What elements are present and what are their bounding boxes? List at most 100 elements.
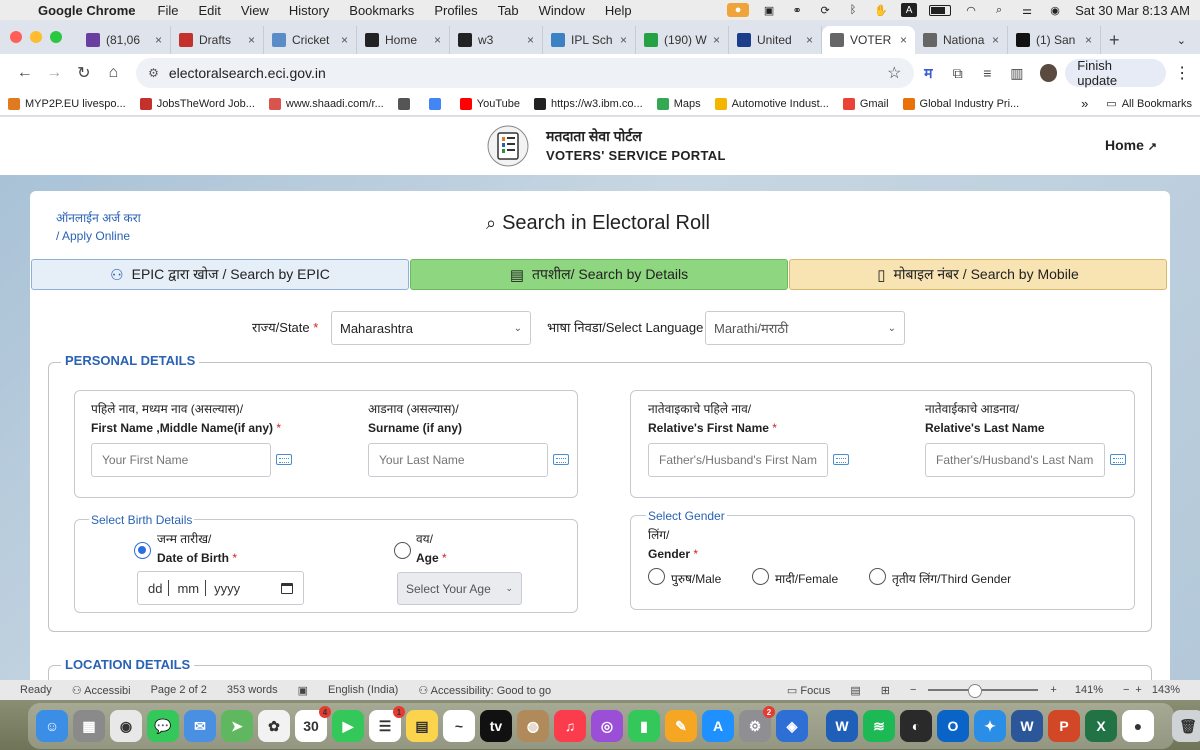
apply-online-link[interactable]: ऑनलाईन अर्ज करा / Apply Online xyxy=(56,209,141,245)
gender-female-label[interactable]: मादी/Female xyxy=(775,570,838,587)
menu-edit[interactable]: Edit xyxy=(198,3,220,18)
keyboard-icon[interactable] xyxy=(1110,454,1126,465)
launchpad-dock-icon[interactable]: ▦ xyxy=(73,710,105,742)
search-by-details-button[interactable]: ▤ तपशील/ Search by Details xyxy=(410,259,788,290)
word-zoom-level[interactable]: 141% xyxy=(1075,684,1103,696)
control-center-icon[interactable]: ⚌ xyxy=(1019,3,1035,17)
browser-tab[interactable]: VOTER × xyxy=(822,26,915,54)
word-language[interactable]: English (India) xyxy=(328,684,398,696)
tab-close-icon[interactable]: × xyxy=(713,33,720,47)
eci-logo-icon[interactable] xyxy=(484,123,532,169)
safari-dock-icon[interactable]: ✦ xyxy=(974,710,1006,742)
photos-dock-icon[interactable]: ✿ xyxy=(258,710,290,742)
numbers-dock-icon[interactable]: ▮ xyxy=(628,710,660,742)
excel-dock-icon[interactable]: X xyxy=(1085,710,1117,742)
safari-alt-dock-icon[interactable]: ◐ xyxy=(900,710,932,742)
keyboard-icon[interactable] xyxy=(833,454,849,465)
browser-tab[interactable]: Cricket × xyxy=(264,26,357,54)
finder-dock-icon[interactable]: ☺ xyxy=(36,710,68,742)
microphone-icon[interactable]: ● xyxy=(727,3,750,17)
tab-close-icon[interactable]: × xyxy=(1085,33,1092,47)
word-focus-button[interactable]: ▭ Focus xyxy=(787,684,830,697)
maps-dock-icon[interactable]: ➤ xyxy=(221,710,253,742)
appstore-dock-icon[interactable]: A xyxy=(702,710,734,742)
dob-date-input[interactable]: dd mm yyyy xyxy=(137,571,304,605)
siri-icon[interactable]: ◉ xyxy=(1047,3,1063,17)
zoom-in-icon[interactable]: + xyxy=(1050,684,1056,696)
trash-dock-icon[interactable]: 🗑 xyxy=(1172,710,1200,742)
date-month[interactable]: mm xyxy=(177,581,199,596)
bookmark-item[interactable]: Maps xyxy=(656,97,701,110)
bookmark-item[interactable] xyxy=(397,97,415,110)
home-icon[interactable]: ⌂ xyxy=(99,64,129,82)
new-tab-button[interactable]: + xyxy=(1109,26,1120,54)
facetime-dock-icon[interactable]: ▶ xyxy=(332,710,364,742)
url-text[interactable]: electoralsearch.eci.gov.in xyxy=(169,65,326,81)
input-source-icon[interactable]: A xyxy=(901,3,918,17)
browser-tab[interactable]: (81,06 × xyxy=(78,26,171,54)
word-page-count[interactable]: Page 2 of 2 xyxy=(151,684,207,696)
zoom-slider[interactable] xyxy=(928,684,1039,698)
browser-tab[interactable]: (1) San × xyxy=(1008,26,1101,54)
bookmark-star-icon[interactable]: ☆ xyxy=(887,63,901,83)
screenshot-icon[interactable]: ▣ xyxy=(761,3,777,17)
profile-avatar[interactable] xyxy=(1039,64,1058,82)
menubar-datetime[interactable]: Sat 30 Mar 8:13 AM xyxy=(1075,3,1190,18)
browser-tab[interactable]: Drafts × xyxy=(171,26,264,54)
tab-close-icon[interactable]: × xyxy=(806,33,813,47)
bookmark-item[interactable]: MYP2P.EU livespo... xyxy=(8,97,126,110)
recorder-dock-icon[interactable]: ● xyxy=(1122,710,1154,742)
browser-tab[interactable]: Nationa × xyxy=(915,26,1008,54)
zoom-in-icon[interactable]: + xyxy=(1135,684,1141,696)
bluetooth-icon[interactable]: ᛒ xyxy=(845,3,861,17)
menu-app-name[interactable]: Google Chrome xyxy=(38,3,136,18)
podcasts-dock-icon[interactable]: ◎ xyxy=(591,710,623,742)
extension-icon[interactable]: ⚭ xyxy=(789,3,805,17)
search-by-mobile-button[interactable]: ▯ मोबाइल नंबर / Search by Mobile xyxy=(789,259,1167,290)
bookmark-item[interactable]: Global Industry Pri... xyxy=(902,97,1019,110)
spotify-dock-icon[interactable]: ≋ xyxy=(863,710,895,742)
security-dock-icon[interactable]: ◈ xyxy=(776,710,808,742)
site-info-icon[interactable]: ⚙ xyxy=(148,66,159,80)
home-link[interactable]: Home ↗ xyxy=(1105,137,1157,153)
menu-profiles[interactable]: Profiles xyxy=(434,3,477,18)
tab-close-icon[interactable]: × xyxy=(900,33,907,47)
bookmark-item[interactable]: https://w3.ibm.co... xyxy=(533,97,643,110)
word-zoom-level-secondary[interactable]: 143% xyxy=(1152,684,1180,696)
relative-first-name-input[interactable] xyxy=(648,443,828,477)
web-layout-icon[interactable]: ⊞ xyxy=(881,684,890,697)
bookmark-item[interactable]: Automotive Indust... xyxy=(714,97,829,110)
menu-tab[interactable]: Tab xyxy=(498,3,519,18)
calendar-icon[interactable] xyxy=(281,582,293,594)
mail-dock-icon[interactable]: ✉ xyxy=(184,710,216,742)
date-year[interactable]: yyyy xyxy=(214,581,240,596)
age-radio[interactable] xyxy=(394,542,411,559)
word-accessibility-good[interactable]: ⚇ Accessibility: Good to go xyxy=(418,684,551,697)
bookmark-item[interactable]: www.shaadi.com/r... xyxy=(268,97,384,110)
tab-close-icon[interactable]: × xyxy=(434,33,441,47)
menu-help[interactable]: Help xyxy=(605,3,632,18)
bookmarks-overflow-button[interactable]: » xyxy=(1081,96,1088,111)
browser-tab[interactable]: w3 × xyxy=(450,26,543,54)
gender-male-label[interactable]: पुरुष/Male xyxy=(671,570,721,587)
pages-dock-icon[interactable]: ✎ xyxy=(665,710,697,742)
menu-view[interactable]: View xyxy=(241,3,269,18)
powerpoint-dock-icon[interactable]: P xyxy=(1048,710,1080,742)
reminders-dock-icon[interactable]: ☰ 1 xyxy=(369,706,405,742)
bookmark-item[interactable] xyxy=(428,97,446,110)
print-layout-icon[interactable]: ▤ xyxy=(850,684,860,697)
wifi-icon[interactable]: ◠ xyxy=(963,3,979,17)
search-icon[interactable]: ⌕ xyxy=(991,3,1007,17)
contacts-dock-icon[interactable]: ◍ xyxy=(517,710,549,742)
menu-file[interactable]: File xyxy=(158,3,179,18)
zoom-out-icon[interactable]: − xyxy=(1123,684,1129,696)
dob-radio[interactable] xyxy=(134,542,151,559)
first-name-input[interactable] xyxy=(91,443,271,477)
music-dock-icon[interactable]: ♫ xyxy=(554,710,586,742)
browser-tab[interactable]: Home × xyxy=(357,26,450,54)
tab-search-icon[interactable]: ⌄ xyxy=(1177,26,1186,54)
battery-icon[interactable] xyxy=(929,4,952,16)
word-word-count[interactable]: 353 words xyxy=(227,684,278,696)
hand-icon[interactable]: ✋ xyxy=(873,3,889,17)
menu-bookmarks[interactable]: Bookmarks xyxy=(349,3,414,18)
